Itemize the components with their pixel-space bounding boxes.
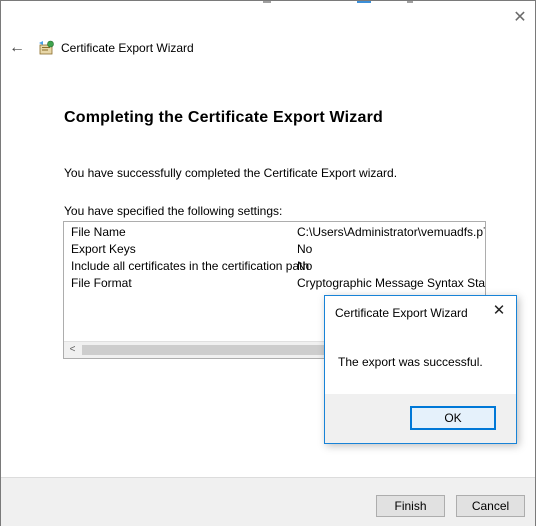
close-icon[interactable]: ✕: [490, 302, 508, 320]
certificate-export-wizard-window: ✕ ← Certificate Export Wizard Completing…: [0, 0, 536, 526]
export-success-dialog: Certificate Export Wizard ✕ The export w…: [324, 295, 517, 444]
background-edge-mark: [357, 1, 371, 3]
success-message: You have successfully completed the Cert…: [64, 166, 398, 180]
setting-value: No: [297, 242, 313, 256]
finish-button[interactable]: Finish: [376, 495, 445, 517]
setting-key: Export Keys: [71, 242, 136, 256]
settings-row: Export Keys No: [64, 240, 485, 257]
settings-row: File Format Cryptographic Message Syntax…: [64, 274, 485, 291]
dialog-body: The export was successful.: [325, 326, 516, 394]
background-edge-mark: [263, 1, 271, 3]
scroll-left-icon[interactable]: <: [64, 342, 81, 358]
dialog-title: Certificate Export Wizard: [335, 306, 468, 320]
back-arrow-icon[interactable]: ←: [7, 38, 27, 58]
setting-key: Include all certificates in the certific…: [71, 259, 310, 273]
dialog-message: The export was successful.: [338, 355, 483, 369]
wizard-title: Certificate Export Wizard: [61, 41, 194, 55]
dialog-footer: OK: [325, 394, 516, 443]
setting-key: File Name: [71, 225, 126, 239]
setting-value: No: [297, 259, 313, 273]
settings-row: File Name C:\Users\Administrator\vemuadf…: [64, 223, 485, 240]
background-edge-mark: [407, 1, 413, 3]
close-icon[interactable]: ✕: [510, 8, 530, 28]
wizard-footer: Finish Cancel: [1, 477, 535, 526]
page-heading: Completing the Certificate Export Wizard: [64, 109, 383, 126]
setting-key: File Format: [71, 276, 132, 290]
scrollbar-thumb[interactable]: [82, 345, 332, 355]
settings-label: You have specified the following setting…: [64, 204, 283, 218]
cancel-button[interactable]: Cancel: [456, 495, 525, 517]
settings-row: Include all certificates in the certific…: [64, 257, 485, 274]
setting-value: C:\Users\Administrator\vemuadfs.p7b: [297, 225, 486, 239]
certificate-wizard-icon: [39, 40, 54, 55]
setting-value: Cryptographic Message Syntax Standa: [297, 276, 486, 290]
ok-button[interactable]: OK: [410, 406, 496, 430]
